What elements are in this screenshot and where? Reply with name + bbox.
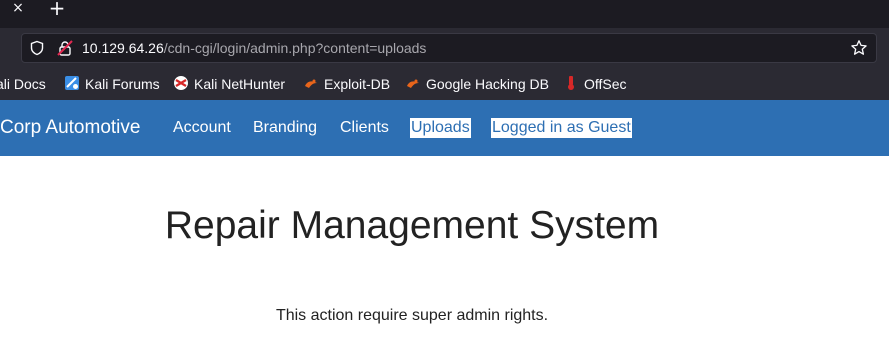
nav-clients[interactable]: Clients bbox=[340, 118, 389, 138]
insecure-lock-icon[interactable] bbox=[56, 39, 74, 57]
bookmark-kali-nethunter[interactable]: Kali NetHunter bbox=[194, 74, 285, 94]
url-host: 10.129.64.26 bbox=[82, 40, 164, 56]
page-title: Repair Management System bbox=[164, 204, 660, 247]
permission-message: This action require super admin rights. bbox=[275, 307, 549, 324]
tab-bar bbox=[0, 0, 889, 28]
bookmark-kali-docs[interactable]: ali Docs bbox=[0, 74, 46, 94]
exploit-db-icon bbox=[407, 79, 419, 88]
bookmark-star-icon[interactable] bbox=[850, 39, 868, 57]
url-path: /cdn-cgi/login/admin.php?content=uploads bbox=[163, 40, 427, 56]
nav-account[interactable]: Account bbox=[173, 118, 231, 138]
exploit-db-icon bbox=[305, 79, 317, 88]
bookmark-google-hacking-db[interactable]: Google Hacking DB bbox=[426, 74, 549, 94]
new-tab-button[interactable]: + bbox=[47, 0, 67, 18]
kali-nethunter-icon bbox=[174, 76, 188, 90]
site-brand[interactable]: Corp Automotive bbox=[0, 116, 140, 140]
url-text[interactable]: 10.129.64.26/cdn-cgi/login/admin.php?con… bbox=[82, 39, 426, 57]
kali-forums-icon bbox=[65, 76, 79, 90]
bookmark-offsec[interactable]: OffSec bbox=[584, 74, 627, 94]
nav-logged-in-user[interactable]: Logged in as Guest bbox=[491, 118, 632, 138]
shield-icon[interactable] bbox=[29, 40, 45, 56]
bookmark-kali-forums[interactable]: Kali Forums bbox=[85, 74, 160, 94]
nav-branding[interactable]: Branding bbox=[253, 118, 317, 138]
bookmark-exploit-db[interactable]: Exploit-DB bbox=[324, 74, 390, 94]
nav-uploads[interactable]: Uploads bbox=[410, 118, 471, 138]
tab-close-button[interactable]: × bbox=[10, 1, 26, 17]
offsec-icon bbox=[568, 76, 574, 90]
